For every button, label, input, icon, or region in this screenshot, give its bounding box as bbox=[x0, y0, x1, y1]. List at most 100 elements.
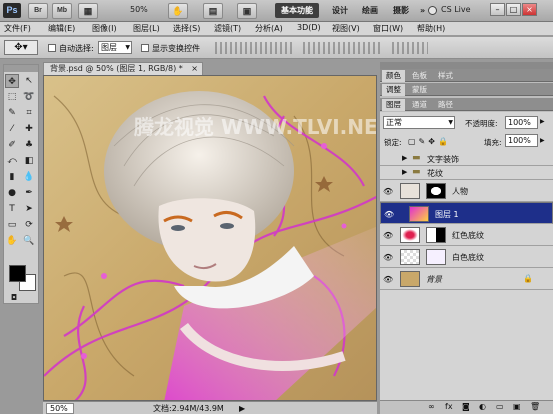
show-transform-checkbox[interactable] bbox=[141, 44, 149, 52]
link-icon[interactable]: ∞ bbox=[428, 402, 435, 411]
lasso-tool-icon[interactable]: ➰ bbox=[22, 90, 36, 104]
eyedropper-tool-icon[interactable]: ⁄ bbox=[5, 122, 19, 136]
workspace-painting[interactable]: 绘画 bbox=[358, 3, 382, 18]
mini-bridge-button[interactable]: Mb bbox=[52, 3, 72, 19]
auto-select-checkbox[interactable] bbox=[48, 44, 56, 52]
workspace-essentials[interactable]: 基本功能 bbox=[275, 3, 319, 18]
type-tool-icon[interactable]: T bbox=[5, 202, 19, 216]
menu-3d[interactable]: 3D(D) bbox=[297, 23, 321, 32]
layers-empty-area[interactable] bbox=[380, 290, 553, 400]
shape-tool-icon[interactable]: ▭ bbox=[5, 218, 19, 232]
tab-paths[interactable]: 路径 bbox=[434, 99, 457, 111]
close-tab-icon[interactable]: × bbox=[191, 63, 198, 75]
adjustment-icon[interactable]: ◐ bbox=[479, 402, 486, 411]
menu-help[interactable]: 帮助(H) bbox=[417, 23, 445, 34]
tab-swatches[interactable]: 色板 bbox=[408, 70, 431, 82]
auto-select-dropdown[interactable]: 图层 ▼ bbox=[98, 41, 132, 54]
marquee-tool-icon[interactable]: ⬚ bbox=[5, 90, 19, 104]
path-select-tool-icon[interactable]: ➤ bbox=[22, 202, 36, 216]
tab-adjustments[interactable]: 调整 bbox=[382, 84, 405, 96]
new-layer-icon[interactable]: ▣ bbox=[513, 402, 521, 411]
layer-mask-thumbnail[interactable] bbox=[426, 183, 446, 199]
layer-person[interactable]: 👁 人物 bbox=[380, 180, 553, 202]
move-tool-preset-picker[interactable]: ✥▾ bbox=[4, 40, 38, 55]
screen-mode-button[interactable]: ▣ bbox=[237, 3, 257, 19]
foreground-color-swatch-top[interactable] bbox=[9, 265, 26, 282]
eye-icon[interactable]: 👁 bbox=[383, 231, 393, 240]
quick-select-tool-icon[interactable]: ✎ bbox=[5, 106, 19, 120]
move-tool-alt-icon[interactable]: ↖ bbox=[22, 74, 36, 88]
workspace-photography[interactable]: 摄影 bbox=[389, 3, 413, 18]
blend-mode-dropdown[interactable]: 正常 ▼ bbox=[383, 116, 455, 129]
doc-info[interactable]: 文档:2.94M/43.9M bbox=[153, 403, 224, 414]
canvas-area[interactable]: 腾龙视觉 WWW.TLVI.NET bbox=[43, 75, 377, 401]
fx-icon[interactable]: fx bbox=[445, 402, 453, 411]
layer-group-text-decor[interactable]: ▶ ▬ 文字装饰 bbox=[380, 152, 553, 166]
brush-tool-icon[interactable]: ✐ bbox=[5, 138, 19, 152]
eye-icon[interactable]: 👁 bbox=[383, 187, 393, 196]
eye-icon[interactable]: 👁 bbox=[383, 275, 393, 284]
auto-align-icons[interactable] bbox=[392, 42, 428, 54]
tab-layers[interactable]: 图层 bbox=[382, 99, 405, 111]
bridge-button[interactable]: Br bbox=[28, 3, 48, 19]
minimize-button[interactable]: – bbox=[490, 3, 505, 16]
menu-analysis[interactable]: 分析(A) bbox=[255, 23, 283, 34]
cslive-label[interactable]: CS Live bbox=[441, 5, 471, 14]
align-icons[interactable] bbox=[215, 42, 295, 54]
layer-group-pattern[interactable]: ▶ ▬ 花纹 bbox=[380, 166, 553, 180]
hand-tool-icon[interactable]: ✋ bbox=[5, 234, 19, 248]
layer-1[interactable]: 👁 图层 1 bbox=[380, 202, 553, 224]
menu-layer[interactable]: 图层(L) bbox=[133, 23, 160, 34]
menu-image[interactable]: 图像(I) bbox=[92, 23, 117, 34]
zoom-tool-icon[interactable]: 🔍 bbox=[22, 234, 36, 248]
folder-icon[interactable]: ▭ bbox=[496, 402, 504, 411]
history-brush-tool-icon[interactable]: ⤺ bbox=[5, 154, 19, 168]
blur-tool-icon[interactable]: 💧 bbox=[22, 170, 36, 184]
tab-styles[interactable]: 样式 bbox=[434, 70, 457, 82]
info-arrow-icon[interactable]: ▶ bbox=[239, 403, 245, 414]
opacity-input[interactable]: 100% bbox=[505, 116, 538, 129]
tab-channels[interactable]: 通道 bbox=[408, 99, 431, 111]
view-extras-button[interactable]: ▦ bbox=[78, 3, 98, 19]
menu-select[interactable]: 选择(S) bbox=[173, 23, 200, 34]
zoom-level[interactable]: 50% bbox=[130, 5, 148, 14]
opacity-arrow-icon[interactable]: ▶ bbox=[540, 118, 545, 125]
fill-arrow-icon[interactable]: ▶ bbox=[540, 137, 545, 144]
mask-icon[interactable]: ◙ bbox=[462, 402, 470, 411]
clone-stamp-tool-icon[interactable]: ♣ bbox=[22, 138, 36, 152]
crop-tool-icon[interactable]: ⌗ bbox=[22, 106, 36, 120]
eye-icon[interactable]: 👁 bbox=[383, 253, 393, 262]
layer-mask-thumbnail[interactable] bbox=[426, 227, 446, 243]
tab-masks[interactable]: 蒙版 bbox=[408, 84, 431, 96]
layer-mask-thumbnail[interactable] bbox=[426, 249, 446, 265]
move-tool-icon[interactable]: ✥ bbox=[5, 74, 19, 88]
eraser-tool-icon[interactable]: ◧ bbox=[22, 154, 36, 168]
menu-edit[interactable]: 编辑(E) bbox=[48, 23, 75, 34]
menu-view[interactable]: 视图(V) bbox=[332, 23, 360, 34]
tab-color[interactable]: 颜色 bbox=[382, 70, 405, 82]
hand-tool-button[interactable]: ✋ bbox=[168, 3, 188, 19]
dodge-tool-icon[interactable]: ● bbox=[5, 186, 19, 200]
menu-filter[interactable]: 滤镜(T) bbox=[214, 23, 241, 34]
expand-arrow-icon[interactable]: ▶ bbox=[402, 168, 407, 176]
menu-window[interactable]: 窗口(W) bbox=[373, 23, 403, 34]
trash-icon[interactable]: 🗑 bbox=[530, 402, 540, 411]
maximize-button[interactable]: □ bbox=[506, 3, 521, 16]
healing-tool-icon[interactable]: ✚ bbox=[22, 122, 36, 136]
workspace-design[interactable]: 设计 bbox=[328, 3, 352, 18]
arrange-button[interactable]: ▤ bbox=[203, 3, 223, 19]
panel-dock-grip[interactable] bbox=[380, 62, 553, 69]
close-button[interactable]: × bbox=[522, 3, 537, 16]
distribute-icons[interactable] bbox=[303, 42, 381, 54]
fill-input[interactable]: 100% bbox=[505, 134, 538, 147]
layer-background[interactable]: 👁 背景 🔒 bbox=[380, 268, 553, 290]
lock-icons[interactable]: ▢✎✥🔒 bbox=[408, 137, 451, 146]
3d-rotate-tool-icon[interactable]: ⟳ bbox=[22, 218, 36, 232]
toolbox-grip[interactable] bbox=[4, 65, 38, 72]
quick-mask-icon[interactable]: ◘ bbox=[8, 293, 20, 303]
document-tab[interactable]: 背景.psd @ 50% (图层 1, RGB/8) * × bbox=[43, 62, 203, 75]
layer-red-texture[interactable]: 👁 红色底纹 bbox=[380, 224, 553, 246]
artwork-canvas[interactable]: 腾龙视觉 WWW.TLVI.NET bbox=[44, 76, 377, 401]
pen-tool-icon[interactable]: ✒ bbox=[22, 186, 36, 200]
layer-white-texture[interactable]: 👁 白色底纹 bbox=[380, 246, 553, 268]
